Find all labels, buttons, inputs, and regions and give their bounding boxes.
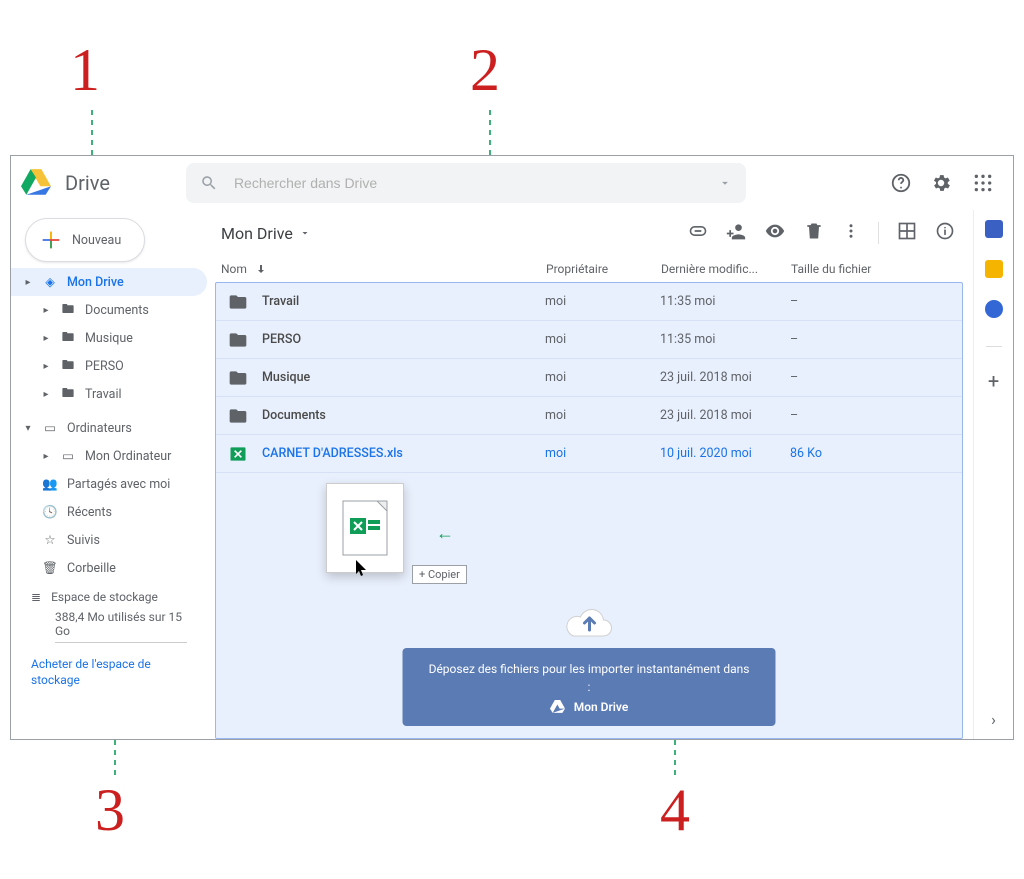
folder-icon: 🖿 (59, 328, 77, 349)
drop-banner-line2: Mon Drive (574, 698, 629, 716)
people-icon: 👥 (41, 477, 59, 492)
folder-icon: 🖿 (59, 300, 77, 321)
upload-cloud-icon (565, 604, 613, 640)
breadcrumb[interactable]: Mon Drive (221, 224, 311, 243)
help-icon[interactable] (889, 171, 913, 195)
keep-app-icon[interactable] (985, 260, 1003, 278)
laptop-icon: ▭ (59, 448, 77, 464)
insert-arrow-icon: ← (436, 523, 454, 544)
col-owner[interactable]: Propriétaire (546, 262, 661, 276)
collapse-panel-icon[interactable]: › (991, 710, 996, 739)
storage-label: Espace de stockage (51, 590, 158, 604)
new-plus-icon (40, 229, 62, 251)
share-add-icon[interactable] (726, 221, 746, 245)
column-headers: Nom Propriétaire Dernière modific... Tai… (211, 256, 973, 282)
sidebar-item-my-computer[interactable]: ▸▭Mon Ordinateur (11, 442, 207, 470)
new-button[interactable]: Nouveau (25, 218, 145, 262)
sidebar-item-recent[interactable]: 🕓Récents (11, 498, 207, 526)
annotation-number-3: 3 (95, 777, 125, 843)
sidebar: Nouveau ▸ ◈ Mon Drive ▸🖿Documents ▸🖿Musi… (11, 210, 211, 739)
settings-gear-icon[interactable] (929, 171, 953, 195)
excel-document-icon (342, 500, 388, 556)
expand-icon[interactable]: ▸ (23, 277, 33, 288)
file-row[interactable]: PERSO moi 11:35 moi – (216, 321, 962, 359)
toolbar: Mon Drive (211, 210, 973, 256)
trash-icon: 🗑 (41, 561, 59, 576)
laptop-icon: ▭ (41, 420, 59, 436)
annotation-number-4: 4 (660, 777, 690, 843)
excel-icon (228, 444, 248, 464)
drive-file-icon: ◈ (41, 274, 59, 290)
drive-logo-icon (21, 169, 51, 197)
folder-icon (228, 292, 248, 312)
search-input[interactable] (232, 174, 704, 192)
sidebar-item-shared[interactable]: 👥Partagés avec moi (11, 470, 207, 498)
file-row[interactable]: Travail moi 11:35 moi – (216, 283, 962, 321)
drive-logo-small-icon (550, 700, 566, 714)
drop-banner: Déposez des fichiers pour les importer i… (403, 604, 776, 726)
new-button-label: Nouveau (72, 233, 121, 248)
folder-icon: 🖿 (59, 384, 77, 405)
sidebar-item-folder[interactable]: ▸🖿Musique (11, 324, 207, 352)
sidebar-item-followed[interactable]: ☆Suivis (11, 526, 207, 554)
view-grid-icon[interactable] (897, 221, 917, 245)
folder-icon (228, 330, 248, 350)
annotation-number-1: 1 (70, 37, 100, 103)
folder-icon (228, 406, 248, 426)
preview-icon[interactable] (764, 220, 786, 246)
apps-grid-icon[interactable] (969, 169, 997, 197)
breadcrumb-dropdown-icon (299, 227, 311, 239)
cursor-icon (356, 560, 370, 576)
sidebar-item-computers[interactable]: ▾▭Ordinateurs (11, 414, 207, 442)
folder-icon (228, 368, 248, 388)
side-panel: + › (973, 210, 1013, 739)
file-row-selected[interactable]: CARNET D'ADRESSES.xls moi 10 juil. 2020 … (216, 435, 962, 473)
app-window: Drive Nouveau (10, 155, 1014, 740)
col-modified[interactable]: Dernière modific... (661, 262, 791, 276)
sort-arrow-icon[interactable] (255, 263, 267, 275)
add-addon-icon[interactable]: + (988, 369, 999, 393)
sidebar-label: Mon Drive (67, 275, 124, 290)
buy-storage-link[interactable]: Acheter de l'espace de stockage (31, 657, 187, 688)
search-bar[interactable] (186, 163, 746, 203)
search-icon (200, 174, 218, 192)
nav-tree: ▸ ◈ Mon Drive ▸🖿Documents ▸🖿Musique ▸🖿PE… (11, 268, 211, 696)
drag-tooltip: + Copier (412, 565, 467, 584)
file-row[interactable]: Musique moi 23 juil. 2018 moi – (216, 359, 962, 397)
storage-icon: ≣ (31, 590, 41, 604)
file-list[interactable]: Travail moi 11:35 moi – PERSO moi 11:35 … (215, 282, 963, 739)
storage-usage: 388,4 Mo utilisés sur 15 Go (55, 610, 187, 643)
search-dropdown-icon[interactable] (718, 176, 732, 190)
tasks-app-icon[interactable] (985, 300, 1003, 318)
file-row[interactable]: Documents moi 23 juil. 2018 moi – (216, 397, 962, 435)
sidebar-item-folder[interactable]: ▸🖿PERSO (11, 352, 207, 380)
info-icon[interactable] (935, 221, 955, 245)
app-title: Drive (65, 171, 110, 195)
delete-icon[interactable] (804, 221, 824, 245)
folder-icon: 🖿 (59, 356, 77, 377)
col-size[interactable]: Taille du fichier (791, 262, 891, 276)
col-name[interactable]: Nom (221, 262, 247, 276)
calendar-app-icon[interactable] (985, 220, 1003, 238)
sidebar-item-folder[interactable]: ▸🖿Documents (11, 296, 207, 324)
clock-icon: 🕓 (41, 505, 59, 520)
sidebar-item-trash[interactable]: 🗑Corbeille (11, 554, 207, 582)
main-pane: Mon Drive Nom Propriétaire (211, 210, 973, 739)
sidebar-item-my-drive[interactable]: ▸ ◈ Mon Drive (11, 268, 207, 296)
more-icon[interactable] (842, 222, 860, 244)
header-bar: Drive (11, 156, 1013, 210)
star-icon: ☆ (41, 532, 59, 548)
drop-banner-line1: Déposez des fichiers pour les importer i… (429, 660, 750, 696)
sidebar-item-folder[interactable]: ▸🖿Travail (11, 380, 207, 408)
get-link-icon[interactable] (688, 221, 708, 245)
annotation-number-2: 2 (470, 37, 500, 103)
